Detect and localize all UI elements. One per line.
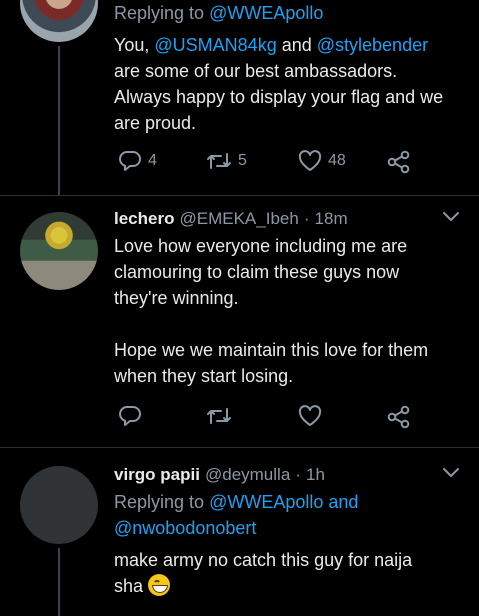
retweet-icon <box>207 408 231 424</box>
timestamp: 1h <box>305 465 325 484</box>
like-count: 48 <box>328 152 346 169</box>
mention-link[interactable]: @nwobodonobert <box>114 518 256 538</box>
tweet-text-line: are some of our best ambassadors. <box>114 61 398 81</box>
display-name[interactable]: lechero <box>114 209 174 228</box>
retweet-button[interactable] <box>206 405 232 427</box>
divider <box>0 195 479 196</box>
share-button[interactable] <box>386 150 412 174</box>
retweet-count: 5 <box>238 152 247 169</box>
share-button[interactable] <box>386 405 412 429</box>
tweet-text-line: You, @USMAN84kg and @stylebender <box>114 35 429 55</box>
divider <box>0 447 479 448</box>
share-icon <box>387 150 410 174</box>
tweet-header: virgo papii @deymulla · 1h <box>114 465 325 484</box>
heart-icon <box>298 150 322 171</box>
user-handle[interactable]: @deymulla <box>205 465 290 484</box>
tweet-text-line: make army no catch this guy for naija <box>114 550 413 570</box>
avatar[interactable] <box>20 0 98 42</box>
reply-count: 4 <box>148 152 157 169</box>
timestamp: 18m <box>314 209 348 228</box>
thread-line <box>58 548 60 616</box>
tweet-text-line: are proud. <box>114 113 197 133</box>
like-button[interactable]: 48 <box>298 150 346 172</box>
reply-icon <box>119 406 141 426</box>
heart-icon <box>298 405 322 426</box>
reply-button[interactable]: 4 <box>118 150 157 172</box>
mention-link[interactable]: @WWEApollo <box>209 3 323 23</box>
user-handle[interactable]: @EMEKA_Ibeh <box>180 209 299 228</box>
tweet-text-line: when they start losing. <box>114 366 294 386</box>
grinning-face-emoji <box>148 574 171 596</box>
retweet-button[interactable]: 5 <box>206 150 247 172</box>
tweet-text-line: Always happy to display your flag and we <box>114 87 444 107</box>
tweet-text-line: they're winning. <box>114 288 239 308</box>
thread-line <box>58 46 60 196</box>
avatar[interactable] <box>20 466 98 544</box>
mention-link[interactable]: @USMAN84kg <box>154 35 276 55</box>
avatar[interactable] <box>20 212 98 290</box>
tweet-header: lechero @EMEKA_Ibeh · 18m <box>114 209 348 228</box>
chevron-down-icon[interactable] <box>442 467 460 479</box>
share-icon <box>387 405 410 429</box>
reply-icon <box>119 151 141 171</box>
chevron-down-icon[interactable] <box>442 211 460 223</box>
tweet-text-line: Love how everyone including me are <box>114 236 408 256</box>
replying-to: Replying to @WWEApollo and <box>114 492 359 512</box>
tweet-text-line: sha <box>114 573 171 599</box>
display-name[interactable]: virgo papii <box>114 465 200 484</box>
mention-link[interactable]: @WWEApollo <box>209 492 323 512</box>
tweet-text-line: clamouring to claim these guys now <box>114 262 400 282</box>
replying-to: Replying to @WWEApollo <box>114 3 324 23</box>
tweet-text-line: Hope we we maintain this love for them <box>114 340 429 360</box>
mention-link[interactable]: @stylebender <box>317 35 428 55</box>
replying-to: @nwobodonobert <box>114 515 256 541</box>
like-button[interactable] <box>298 405 322 427</box>
reply-button[interactable] <box>118 405 142 427</box>
retweet-icon <box>207 153 231 169</box>
